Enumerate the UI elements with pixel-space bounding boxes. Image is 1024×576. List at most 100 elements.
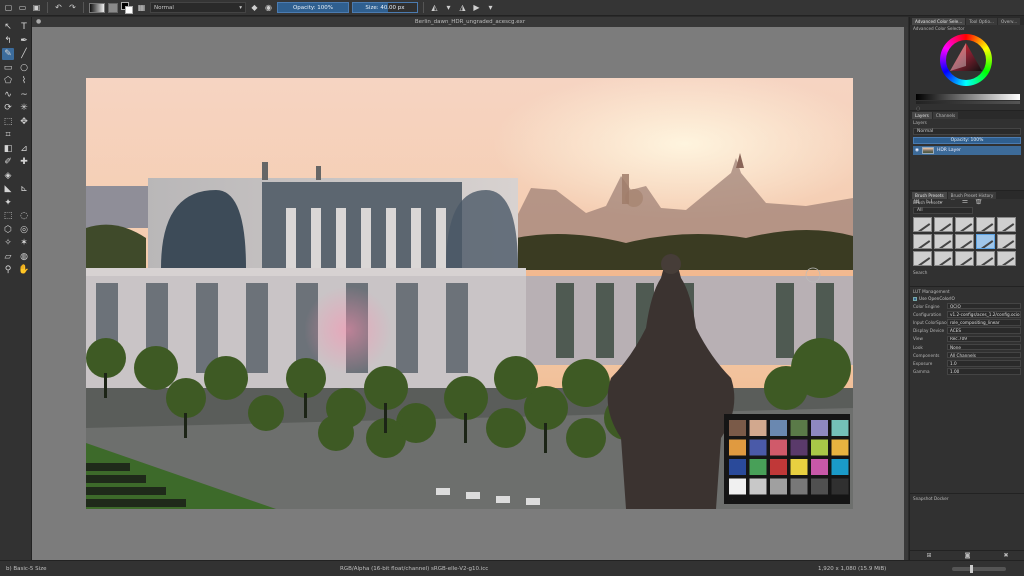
tab-channels[interactable]: Channels	[932, 112, 959, 119]
brush-preset[interactable]	[934, 251, 953, 266]
fill-tool-icon[interactable]: ◈	[2, 170, 14, 182]
gamma-slider[interactable]: 1.00	[947, 368, 1021, 375]
vertical-scrollbar[interactable]	[904, 27, 908, 560]
brush-preset[interactable]	[955, 217, 974, 232]
layer-opacity-slider[interactable]: Opacity: 100%	[913, 137, 1021, 144]
color-sampler-tool-icon[interactable]: ⊿	[18, 143, 30, 155]
size-slider[interactable]: Size: 40.00 px	[352, 2, 418, 13]
gradient-tool-icon[interactable]: ◧	[2, 143, 14, 155]
components-select[interactable]: All Channels	[947, 351, 1021, 359]
brush-preset[interactable]	[976, 217, 995, 232]
mirror-options-icon[interactable]: ▾	[443, 2, 454, 13]
tab-advanced-color-selector[interactable]: Advanced Color Sele...	[912, 18, 966, 25]
play-options-icon[interactable]: ▾	[485, 2, 496, 13]
rectangular-selection-tool-icon[interactable]: ⬚	[2, 210, 14, 222]
move-tool-icon[interactable]: ✥	[18, 116, 30, 128]
brush-preset-selected[interactable]	[976, 234, 995, 249]
brush-preset[interactable]	[955, 234, 974, 249]
opacity-slider[interactable]: Opacity: 100%	[277, 2, 349, 13]
edit-shapes-tool-icon[interactable]: ↰	[2, 35, 14, 47]
tab-brush-presets[interactable]: Brush Presets	[912, 192, 947, 199]
brush-preset[interactable]	[934, 217, 953, 232]
checkbox-checked[interactable]	[913, 296, 917, 301]
save-icon[interactable]: ▣	[31, 2, 42, 13]
bezier-tool-icon[interactable]: ∿	[2, 89, 14, 101]
dynamic-brush-tool-icon[interactable]: ⟳	[2, 102, 14, 114]
line-tool-icon[interactable]: ╱	[18, 48, 30, 60]
multibrush-tool-icon[interactable]: ✳	[18, 102, 30, 114]
rectangle-tool-icon[interactable]: ▭	[2, 62, 14, 74]
layer-blend-mode-select[interactable]: Normal	[913, 128, 1021, 135]
canvas-area[interactable]: ● Berlin_dawn_HDR_ungraded_acescg.exr ·	[32, 17, 908, 560]
open-document-icon[interactable]: ▭	[17, 2, 28, 13]
pan-tool-icon[interactable]: ✋	[18, 264, 30, 276]
assistant-tool-icon[interactable]: ◣	[2, 183, 14, 195]
configuration-field[interactable]: v1.2-configs/aces_1.2/config.ocio	[947, 311, 1021, 318]
tab-tool-options[interactable]: Tool Optio...	[966, 18, 997, 25]
calligraphy-tool-icon[interactable]: ✒	[18, 35, 30, 47]
add-snapshot-icon[interactable]: ⊞	[927, 552, 932, 559]
new-document-icon[interactable]: ▢	[3, 2, 14, 13]
smart-patch-tool-icon[interactable]: ✚	[18, 156, 30, 168]
bezier-selection-tool-icon[interactable]: ▱	[2, 251, 14, 263]
zoom-slider[interactable]	[952, 565, 1006, 573]
transform-tool-icon[interactable]: ⬚	[2, 116, 14, 128]
brush-preset[interactable]	[976, 251, 995, 266]
hue-ring[interactable]	[940, 34, 992, 86]
camera-icon[interactable]: ◙	[965, 552, 971, 559]
brush-preset[interactable]	[913, 234, 932, 249]
blend-mode-select[interactable]: Normal ▾	[150, 2, 246, 13]
elliptical-selection-tool-icon[interactable]: ◌	[18, 210, 30, 222]
background-color[interactable]	[125, 5, 133, 14]
brush-preset[interactable]	[997, 217, 1016, 232]
gray-gradient-bar[interactable]	[916, 94, 1020, 100]
delete-snapshot-icon[interactable]: ✖	[1003, 552, 1008, 559]
mirror-horizontal-icon[interactable]: ◭	[429, 2, 440, 13]
look-select[interactable]: None	[947, 343, 1021, 351]
brush-preset[interactable]	[997, 234, 1016, 249]
brush-preset[interactable]	[997, 251, 1016, 266]
presets-search[interactable]: Search	[910, 269, 1024, 276]
document-tab[interactable]: ● Berlin_dawn_HDR_ungraded_acescg.exr	[32, 17, 908, 27]
eraser-mode-icon[interactable]: ◆	[249, 2, 260, 13]
wrap-around-icon[interactable]: ◮	[457, 2, 468, 13]
advanced-color-selector[interactable]: ◌	[910, 32, 1024, 112]
tab-brush-preset-history[interactable]: Brush Preset History	[947, 192, 997, 199]
play-icon[interactable]: ▶	[471, 2, 482, 13]
preserve-alpha-icon[interactable]: ◉	[263, 2, 274, 13]
fg-bg-color-selector[interactable]	[121, 1, 133, 14]
contiguous-selection-tool-icon[interactable]: ✧	[2, 237, 14, 249]
use-ocio-checkbox[interactable]: Use OpenColorIO	[910, 295, 1024, 302]
text-tool-icon[interactable]: T	[18, 21, 30, 33]
undo-icon[interactable]: ↶	[53, 2, 64, 13]
tab-layers[interactable]: Layers	[912, 112, 932, 119]
colorize-mask-tool-icon[interactable]: ✐	[2, 156, 14, 168]
color-history-bar[interactable]	[916, 101, 1020, 104]
canvas-image[interactable]: ·	[86, 78, 853, 509]
brush-preset[interactable]	[934, 234, 953, 249]
zoom-tool-icon[interactable]: ⚲	[2, 264, 14, 276]
brush-preset[interactable]	[913, 217, 932, 232]
reference-images-tool-icon[interactable]: ✦	[2, 197, 14, 209]
magnetic-selection-tool-icon[interactable]: ◍	[18, 251, 30, 263]
color-engine-select[interactable]: OCIO	[947, 302, 1021, 310]
similar-selection-tool-icon[interactable]: ✶	[18, 237, 30, 249]
polyline-tool-icon[interactable]: ⌇	[18, 75, 30, 87]
freehand-path-tool-icon[interactable]: ~	[18, 89, 30, 101]
freehand-selection-tool-icon[interactable]: ◎	[18, 224, 30, 236]
select-shapes-tool-icon[interactable]: ↖	[2, 21, 14, 33]
exposure-slider[interactable]: 1.0	[947, 360, 1021, 367]
ellipse-tool-icon[interactable]: ○	[18, 62, 30, 74]
layer-row[interactable]: ◉ HDR Layer	[913, 146, 1021, 155]
tab-overview[interactable]: Overv...	[997, 18, 1021, 25]
view-select[interactable]: Rec.709	[947, 335, 1021, 343]
eye-icon[interactable]: ◉	[915, 148, 919, 153]
gradient-selector[interactable]	[89, 2, 105, 13]
brush-settings-icon[interactable]: ▦	[136, 2, 147, 13]
input-colorspace-select[interactable]: role_compositing_linear	[947, 319, 1021, 326]
color-triangle[interactable]	[946, 40, 986, 80]
display-device-select[interactable]: ACES	[947, 327, 1021, 334]
brush-preset[interactable]	[955, 251, 974, 266]
color-picker-icon[interactable]: ◌	[916, 106, 920, 112]
brush-preset[interactable]	[913, 251, 932, 266]
